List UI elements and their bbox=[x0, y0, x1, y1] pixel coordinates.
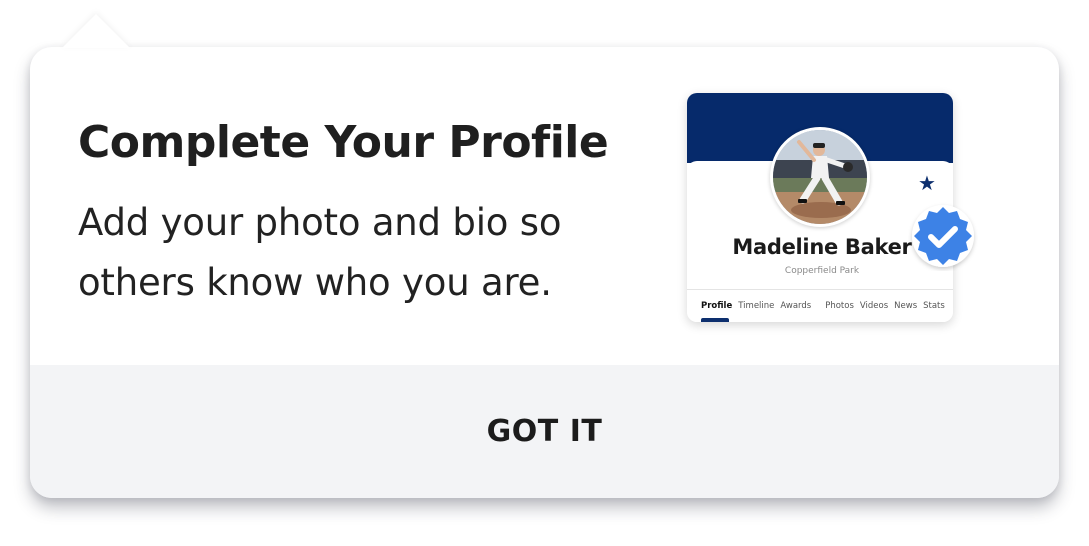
coachmark-title: Complete Your Profile bbox=[78, 117, 609, 168]
got-it-button[interactable]: GOT IT bbox=[30, 365, 1059, 498]
profile-preview-illustration: ★ Madeline Baker Copperfield Park Profil… bbox=[687, 93, 974, 322]
active-tab-indicator bbox=[701, 318, 729, 322]
coachmark-pointer bbox=[62, 14, 130, 48]
coachmark-footer: GOT IT bbox=[30, 365, 1059, 498]
tab-timeline: Timeline bbox=[738, 301, 775, 311]
tab-awards: Awards bbox=[780, 301, 812, 311]
profile-tabs: Profile Timeline Awards Photos Videos Ne… bbox=[701, 301, 945, 315]
tab-videos: Videos bbox=[859, 301, 889, 311]
tab-news: News bbox=[894, 301, 918, 311]
profile-location: Copperfield Park bbox=[784, 266, 860, 276]
tab-profile: Profile bbox=[701, 301, 733, 311]
tab-stats: Stats bbox=[923, 301, 945, 311]
profile-name: Madeline Baker bbox=[732, 235, 912, 259]
avatar-photo bbox=[773, 130, 867, 224]
star-icon: ★ bbox=[918, 171, 936, 195]
tab-photos: Photos bbox=[825, 301, 854, 311]
coachmark-overlay: Complete Your Profile Add your photo and… bbox=[0, 0, 1089, 546]
avatar bbox=[770, 127, 870, 227]
coachmark-subtitle: Add your photo and bio so others know wh… bbox=[78, 201, 562, 304]
coachmark-card: Complete Your Profile Add your photo and… bbox=[30, 47, 1059, 498]
profile-tabs-divider bbox=[687, 289, 953, 290]
